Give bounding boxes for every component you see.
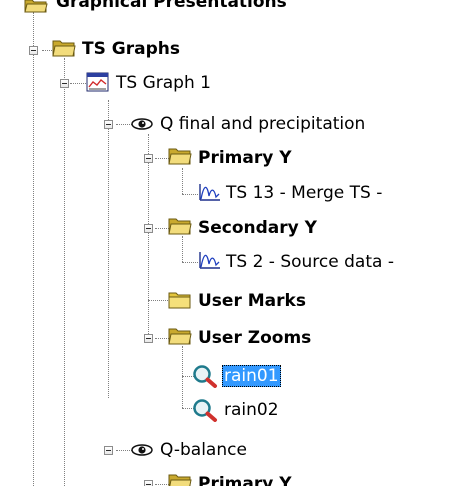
- collapse-toggle[interactable]: [60, 79, 69, 88]
- collapse-toggle[interactable]: [29, 46, 38, 55]
- tree-line: [33, 12, 34, 486]
- tree-line: [182, 262, 198, 263]
- collapse-toggle[interactable]: [144, 334, 153, 343]
- collapse-toggle[interactable]: [104, 120, 113, 129]
- tree-line: [148, 134, 149, 342]
- tree-line: [182, 194, 198, 195]
- tree-item-label: rain01: [222, 365, 281, 387]
- tree-line: [182, 236, 183, 262]
- time-series-icon: [199, 184, 220, 201]
- tree-line: [155, 228, 169, 229]
- collapse-toggle[interactable]: [144, 224, 153, 233]
- collapse-toggle[interactable]: [144, 154, 153, 163]
- folder-icon: [168, 148, 192, 165]
- tree-item-label: Primary Y: [198, 474, 292, 486]
- tree-line: [182, 346, 183, 408]
- time-series-icon: [199, 252, 220, 269]
- tree-item-label: TS 2 - Source data -: [226, 252, 394, 272]
- tree-item-label: Q-balance: [160, 440, 247, 460]
- tree-line: [155, 158, 169, 159]
- folder-icon: [24, 0, 48, 13]
- tree-line: [148, 300, 168, 301]
- tree-item-label: Secondary Y: [198, 218, 317, 238]
- tree-line: [108, 100, 109, 398]
- tree-item-label: TS 13 - Merge TS -: [226, 183, 383, 203]
- tree-line: [64, 58, 65, 486]
- tree-item-label: User Zooms: [198, 328, 312, 348]
- tree-line: [42, 50, 52, 51]
- tree-item-label: rain02: [224, 400, 279, 420]
- folder-icon: [52, 40, 76, 57]
- tree-item-label: Q final and precipitation: [160, 114, 366, 134]
- tree-item-label: User Marks: [198, 291, 306, 311]
- tree-view[interactable]: Graphical Presentations TS Graphs TS Gra…: [0, 0, 455, 486]
- tree-line: [182, 168, 183, 194]
- folder-icon: [168, 474, 192, 486]
- collapse-toggle[interactable]: [144, 480, 153, 486]
- graph-window-icon: [86, 72, 109, 92]
- tree-line: [155, 484, 169, 485]
- zoom-icon: [193, 365, 217, 388]
- tree-item-label: TS Graph 1: [116, 73, 211, 93]
- eye-icon: [131, 444, 153, 456]
- collapse-toggle[interactable]: [104, 446, 113, 455]
- folder-icon: [168, 292, 191, 309]
- folder-icon: [168, 218, 192, 235]
- tree-line: [155, 338, 169, 339]
- tree-item-label: Graphical Presentations: [56, 0, 287, 12]
- tree-item-label: Primary Y: [198, 148, 292, 168]
- tree-item-label: TS Graphs: [82, 39, 180, 59]
- folder-icon: [168, 328, 192, 345]
- eye-icon: [131, 118, 153, 130]
- zoom-icon: [193, 399, 217, 422]
